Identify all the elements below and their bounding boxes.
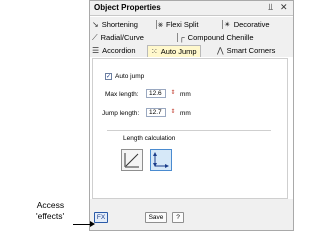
max-length-field[interactable]: 12.6 bbox=[146, 89, 166, 98]
tab-label: Auto Jump bbox=[160, 47, 197, 56]
shortening-icon: ↘ bbox=[92, 20, 99, 29]
tab-shortening[interactable]: ↘ Shortening bbox=[92, 19, 138, 30]
tab-divider bbox=[177, 33, 178, 42]
jump-length-stepper[interactable]: ⇕ bbox=[169, 108, 177, 117]
effects-callout: Access 'effects' bbox=[36, 200, 64, 222]
window-title: Object Properties bbox=[94, 3, 161, 12]
tab-divider bbox=[222, 20, 223, 29]
jump-length-label: Jump length: bbox=[102, 110, 140, 117]
diagonal-length-button[interactable] bbox=[121, 149, 143, 171]
tab-label: Radial/Curve bbox=[100, 33, 144, 42]
max-length-label: Max length: bbox=[105, 91, 139, 98]
auto-jump-checkbox[interactable]: ✓ bbox=[105, 73, 112, 80]
callout-line-2: 'effects' bbox=[36, 211, 65, 221]
tab-decorative[interactable]: ✴ Decorative bbox=[224, 19, 270, 30]
help-button[interactable]: ? bbox=[172, 212, 184, 223]
axis-length-icon bbox=[153, 152, 169, 168]
tab-smart-corners[interactable]: ⋀ Smart Corners bbox=[217, 45, 275, 56]
tab-label: Compound Chenille bbox=[187, 33, 254, 42]
flexi-split-icon: ⨳ bbox=[158, 20, 163, 29]
max-length-unit: mm bbox=[180, 91, 191, 98]
tab-label: Shortening bbox=[101, 20, 138, 29]
object-properties-panel: Object Properties ⫫ ✕ ↘ Shortening ⨳ Flexi… bbox=[89, 0, 294, 231]
jump-length-unit: mm bbox=[180, 110, 191, 117]
callout-line-1: Access bbox=[36, 200, 65, 210]
tab-divider bbox=[156, 20, 157, 29]
callout-arrowhead bbox=[90, 221, 95, 227]
pin-icon[interactable]: ⫫ bbox=[268, 2, 273, 13]
tab-radial-curve[interactable]: ⟋ Radial/Curve bbox=[92, 32, 144, 43]
auto-jump-label: Auto jump bbox=[115, 73, 145, 80]
save-button[interactable]: Save bbox=[145, 212, 167, 223]
axis-length-button[interactable] bbox=[150, 149, 172, 171]
tab-compound-chenille[interactable]: ┌ Compound Chenille bbox=[179, 32, 254, 43]
fx-effects-button[interactable]: FX bbox=[94, 212, 108, 223]
jump-length-field[interactable]: 12.7 bbox=[146, 108, 166, 117]
tab-label: Decorative bbox=[233, 20, 270, 29]
tab-label: Accordion bbox=[102, 46, 136, 55]
tab-flexi-split[interactable]: ⨳ Flexi Split bbox=[158, 19, 198, 30]
tab-strip: ↘ Shortening ⨳ Flexi Split ✴ Decorative ⟋ Ra… bbox=[90, 17, 293, 57]
tab-label: Smart Corners bbox=[226, 46, 276, 55]
tab-accordion[interactable]: ☰ Accordion bbox=[92, 45, 136, 56]
length-calc-label: Length calculation bbox=[123, 135, 176, 142]
radial-curve-icon: ⟋ bbox=[92, 33, 98, 42]
title-bar: Object Properties ⫫ ✕ bbox=[90, 1, 293, 16]
decorative-icon: ✴ bbox=[224, 20, 231, 29]
section-divider bbox=[107, 130, 271, 131]
close-icon[interactable]: ✕ bbox=[280, 2, 288, 13]
auto-jump-settings: ✓ Auto jump Max length: 12.6 ⇕ mm Jump l… bbox=[92, 58, 288, 199]
accordion-icon: ☰ bbox=[92, 46, 100, 55]
auto-jump-icon: ⁙ bbox=[151, 47, 158, 56]
smart-corners-icon: ⋀ bbox=[217, 46, 224, 55]
diagonal-length-icon bbox=[124, 153, 139, 168]
max-length-stepper[interactable]: ⇕ bbox=[169, 89, 177, 98]
tab-auto-jump[interactable]: ⁙ Auto Jump bbox=[147, 45, 201, 57]
compound-chenille-icon: ┌ bbox=[179, 33, 185, 42]
tab-label: Flexi Split bbox=[165, 20, 199, 29]
button-bar: FX Save ? bbox=[90, 199, 293, 230]
